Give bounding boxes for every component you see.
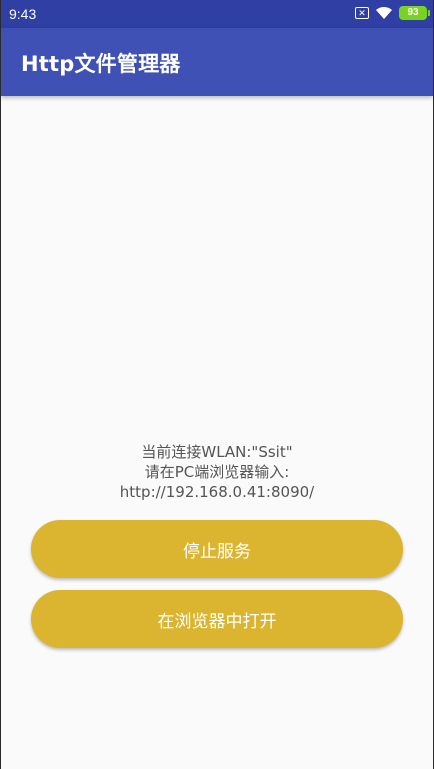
open-in-browser-label: 在浏览器中打开 (157, 611, 277, 632)
screen: 9:43 ✕ 93 Http文件管理器 当前连接WLAN:"Ssit" 请在PC… (1, 0, 433, 769)
wlan-status-text: 当前连接WLAN:"Ssit" (141, 443, 293, 461)
status-icons: ✕ 93 (355, 6, 430, 20)
battery-level: 93 (407, 7, 419, 18)
instruction-text: 请在PC端浏览器输入: (144, 463, 290, 481)
stop-service-button[interactable]: 停止服务 (31, 520, 403, 578)
server-url-text: http://192.168.0.41:8090/ (119, 483, 315, 501)
status-bar: 9:43 ✕ 93 (1, 0, 433, 28)
app-title: Http文件管理器 (21, 52, 181, 76)
open-in-browser-button[interactable]: 在浏览器中打开 (31, 590, 403, 648)
no-sim-icon: ✕ (355, 7, 369, 19)
connection-info: 当前连接WLAN:"Ssit" 请在PC端浏览器输入: http://192.1… (1, 442, 433, 502)
battery-icon: 93 (399, 6, 430, 20)
stop-service-label: 停止服务 (183, 541, 251, 562)
status-time: 9:43 (9, 6, 37, 22)
app-bar: Http文件管理器 (1, 28, 433, 96)
wifi-icon (376, 6, 392, 19)
